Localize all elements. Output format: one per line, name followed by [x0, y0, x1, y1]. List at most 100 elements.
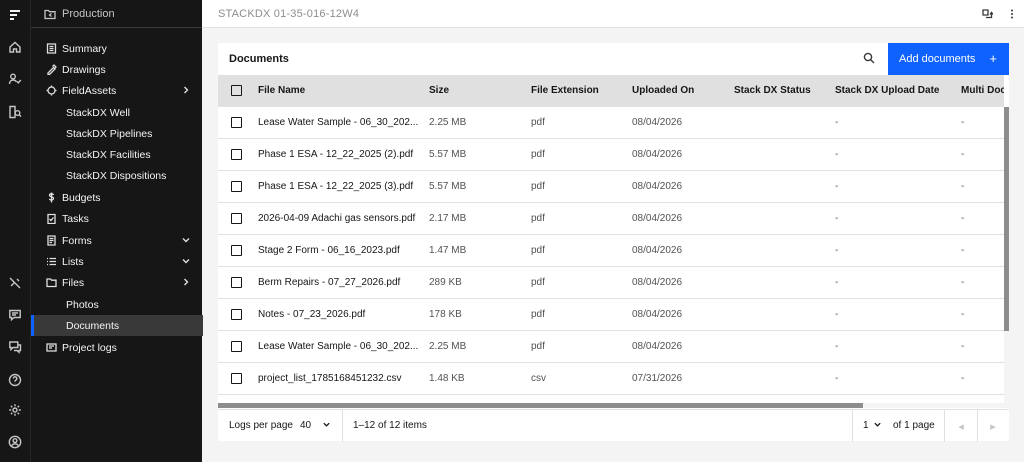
- sidebar-item-files[interactable]: Files: [31, 272, 203, 293]
- add-documents-button[interactable]: Add documents +: [888, 43, 1009, 75]
- sidebar-item-documents[interactable]: Documents: [31, 315, 203, 336]
- cell-uploaded-on: 08/04/2026: [632, 277, 683, 288]
- sidebar-item-drawings[interactable]: Drawings: [31, 59, 203, 80]
- sidebar-item-tasks[interactable]: Tasks: [31, 208, 203, 229]
- add-documents-label: Add documents: [899, 53, 976, 65]
- settings-icon[interactable]: [0, 396, 30, 424]
- table-row[interactable]: Lease Water Sample - 06_30_202... 2.25 MB…: [218, 331, 1004, 363]
- chat-icon[interactable]: [0, 333, 30, 361]
- pager-divider: [342, 410, 343, 442]
- row-checkbox[interactable]: [231, 309, 242, 320]
- cell-stackdx-upload-date: -: [835, 309, 839, 320]
- row-checkbox[interactable]: [231, 373, 242, 384]
- plus-icon: +: [989, 51, 997, 66]
- row-checkbox[interactable]: [231, 149, 242, 160]
- help-icon[interactable]: [0, 366, 30, 394]
- sidebar-header-label: Production: [62, 7, 115, 20]
- table-row[interactable]: Phase 1 ESA - 12_22_2025 (2).pdf 5.57 MB p…: [218, 139, 1004, 171]
- cell-file-extension: pdf: [531, 117, 545, 128]
- table-row[interactable]: Berm Repairs - 07_27_2026.pdf 289 KB pdf 08…: [218, 267, 1004, 299]
- previous-page-button[interactable]: ◂: [945, 410, 977, 442]
- row-checkbox[interactable]: [231, 245, 242, 256]
- vertical-scrollbar[interactable]: [1004, 107, 1009, 403]
- vertical-scrollbar-thumb[interactable]: [1004, 107, 1009, 331]
- cell-file-name[interactable]: Lease Water Sample - 06_30_202...: [258, 341, 418, 352]
- horizontal-scrollbar-thumb[interactable]: [218, 403, 863, 408]
- sidebar-item-project-logs[interactable]: Project logs: [31, 337, 203, 358]
- comment-icon[interactable]: [0, 301, 30, 329]
- cell-uploaded-on: 08/04/2026: [632, 117, 683, 128]
- sidebar-item-label: FieldAssets: [62, 84, 117, 97]
- items-range: 1–12 of 12 items: [353, 420, 427, 431]
- table-row[interactable]: project_list_1785168451232.csv 1.48 KB csv…: [218, 363, 1004, 395]
- column-header-uploaded-on[interactable]: Uploaded On: [632, 85, 694, 96]
- document-search-icon[interactable]: [0, 98, 30, 126]
- table-row[interactable]: Notes - 07_23_2026.pdf 178 KB pdf 08/04/202…: [218, 299, 1004, 331]
- table-row[interactable]: Stage 2 Form - 06_16_2023.pdf 1.47 MB pdf 0…: [218, 235, 1004, 267]
- sidebar-item-photos[interactable]: Photos: [31, 294, 203, 315]
- sidebar-item-stackdx-well[interactable]: StackDX Well: [31, 102, 203, 123]
- select-all-checkbox[interactable]: [231, 85, 242, 96]
- overflow-menu-icon[interactable]: [1005, 7, 1019, 21]
- cell-file-name[interactable]: project_list_1785168451232.csv: [258, 373, 401, 384]
- cell-file-extension: pdf: [531, 309, 545, 320]
- sidebar-header[interactable]: Production: [31, 0, 203, 28]
- tools-icon[interactable]: [0, 269, 30, 297]
- next-page-button[interactable]: ▸: [977, 410, 1009, 442]
- column-header-stackdx-status[interactable]: Stack DX Status: [734, 85, 811, 96]
- sidebar-item-fieldassets[interactable]: FieldAssets: [31, 80, 203, 101]
- column-header-file-name[interactable]: File Name: [258, 85, 305, 96]
- row-checkbox[interactable]: [231, 181, 242, 192]
- home-icon[interactable]: [0, 33, 30, 61]
- search-icon[interactable]: [863, 52, 877, 66]
- column-header-stackdx-upload-date[interactable]: Stack DX Upload Date: [835, 85, 939, 96]
- cell-file-name[interactable]: Phase 1 ESA - 12_22_2025 (2).pdf: [258, 149, 413, 160]
- sidebar-item-stackdx-dispositions[interactable]: StackDX Dispositions: [31, 165, 203, 186]
- page-select[interactable]: 1: [863, 420, 869, 431]
- column-header-size[interactable]: Size: [429, 85, 449, 96]
- horizontal-scrollbar[interactable]: [218, 403, 1009, 408]
- column-header-multi-document[interactable]: Multi Docu: [961, 85, 1004, 96]
- cell-stackdx-upload-date: -: [835, 373, 839, 384]
- cell-file-extension: pdf: [531, 341, 545, 352]
- chevron-down-icon[interactable]: [322, 420, 332, 430]
- items-per-page-select[interactable]: 40: [300, 420, 311, 431]
- sidebar-item-stackdx-facilities[interactable]: StackDX Facilities: [31, 144, 203, 165]
- cell-size: 2.25 MB: [429, 341, 467, 352]
- cell-stackdx-upload-date: -: [835, 181, 839, 192]
- sidebar-item-summary[interactable]: Summary: [31, 38, 203, 59]
- cell-file-name[interactable]: Phase 1 ESA - 12_22_2025 (3).pdf: [258, 181, 413, 192]
- row-checkbox[interactable]: [231, 117, 242, 128]
- table-row[interactable]: 2026-04-09 Adachi gas sensors.pdf 2.17 MB…: [218, 203, 1004, 235]
- row-checkbox[interactable]: [231, 277, 242, 288]
- table-row[interactable]: Lease Water Sample - 06_30_202... 2.25 MB…: [218, 107, 1004, 139]
- top-bar: STACKDX 01-35-016-12W4: [202, 0, 1024, 28]
- account-icon[interactable]: [0, 428, 30, 456]
- sidebar-item-stackdx-pipelines[interactable]: StackDX Pipelines: [31, 123, 203, 144]
- column-header-file-extension[interactable]: File Extension: [531, 85, 599, 96]
- table-row[interactable]: Phase 1 ESA - 12_22_2025 (3).pdf 5.57 MB p…: [218, 171, 1004, 203]
- app-logo-icon[interactable]: [0, 1, 30, 29]
- pagination: Logs per page 40 1–12 of 12 items 1 of 1…: [218, 409, 1009, 442]
- sidebar-item-lists[interactable]: Lists: [31, 251, 203, 272]
- list-icon: [46, 256, 57, 267]
- sidebar-item-label: Drawings: [62, 63, 106, 76]
- row-checkbox[interactable]: [231, 341, 242, 352]
- cell-size: 289 KB: [429, 277, 462, 288]
- user-check-icon[interactable]: [0, 65, 30, 93]
- row-checkbox[interactable]: [231, 213, 242, 224]
- cell-file-name[interactable]: Stage 2 Form - 06_16_2023.pdf: [258, 245, 400, 256]
- page-title: STACKDX 01-35-016-12W4: [218, 8, 360, 20]
- cell-file-name[interactable]: 2026-04-09 Adachi gas sensors.pdf: [258, 213, 415, 224]
- cell-file-name[interactable]: Lease Water Sample - 06_30_202...: [258, 117, 418, 128]
- sidebar-item-forms[interactable]: Forms: [31, 230, 203, 251]
- cell-stackdx-upload-date: -: [835, 341, 839, 352]
- sidebar-item-budgets[interactable]: Budgets: [31, 187, 203, 208]
- cell-multi-document: -: [961, 341, 965, 352]
- cell-file-name[interactable]: Notes - 07_23_2026.pdf: [258, 309, 365, 320]
- chevron-down-icon[interactable]: [873, 420, 883, 430]
- switch-view-icon[interactable]: [980, 7, 994, 21]
- table-body: Lease Water Sample - 06_30_202... 2.25 MB…: [218, 107, 1004, 403]
- cell-size: 5.57 MB: [429, 181, 467, 192]
- cell-file-name[interactable]: Berm Repairs - 07_27_2026.pdf: [258, 277, 400, 288]
